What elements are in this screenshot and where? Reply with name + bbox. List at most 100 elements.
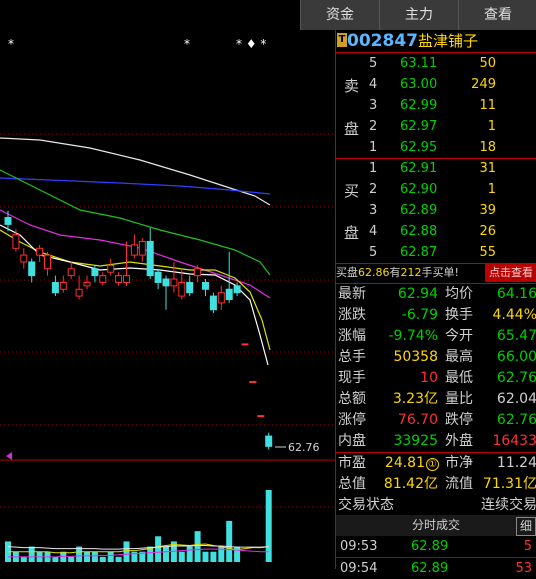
candle: [178, 281, 186, 297]
tab-main-force[interactable]: 主力: [379, 0, 458, 30]
candle: [233, 285, 241, 294]
sell-row[interactable]: 4 63.00 249: [336, 74, 536, 95]
level: 3: [369, 98, 378, 113]
label: 总值: [338, 476, 366, 492]
candle: [202, 281, 209, 290]
ma-line-blue: [0, 177, 271, 195]
price: 63.00: [400, 77, 438, 92]
candle: [162, 278, 170, 287]
quote-panel: T 002847 盐津铺子 卖 盘 5 63.11 50 4 63.00 249 3 62…: [335, 30, 536, 576]
value: 66.00: [496, 349, 536, 365]
value: 3.23亿: [392, 391, 438, 407]
volume: 31: [479, 161, 496, 176]
volume-bar: [52, 556, 59, 562]
value: 64.16: [496, 286, 536, 302]
buy-row[interactable]: 3 62.89 39: [336, 200, 536, 221]
price: 63.11: [400, 56, 438, 71]
level: 3: [369, 203, 378, 218]
volume-bar: [115, 556, 122, 562]
value: 50358: [393, 349, 438, 365]
candle: [170, 278, 178, 287]
label: 换手: [445, 307, 473, 323]
label: 今开: [445, 328, 473, 344]
trade-ticker-header: 分时成交 细: [336, 515, 536, 536]
volume-bar: [163, 546, 169, 562]
trade-volume: 5: [523, 539, 532, 554]
volume-bars-group: [5, 490, 272, 562]
candle: [51, 281, 59, 294]
volume-bar: [155, 536, 162, 562]
quote-row: 现手 10 最低 62.76: [336, 368, 536, 389]
notice-qty: 212: [400, 266, 422, 279]
value: 62.94: [397, 286, 438, 302]
value: 11.24: [496, 455, 536, 471]
quote-row: 涨停 76.70 跌停 62.76: [336, 410, 536, 431]
label: 最新: [338, 286, 366, 302]
level: 1: [369, 161, 378, 176]
valuation-row: 市盈 24.81 ① 市净 11.24: [336, 453, 536, 474]
stock-name: 盐津铺子: [418, 32, 479, 50]
label: 现手: [338, 370, 366, 386]
stock-title: T 002847 盐津铺子: [336, 30, 536, 52]
level: 2: [369, 119, 378, 134]
sell-row[interactable]: 2 62.97 1: [336, 116, 536, 137]
price: 62.87: [400, 245, 438, 260]
value: -9.74%: [388, 328, 438, 344]
tradable-flag-icon: T: [337, 33, 347, 47]
pe-value: 24.81: [384, 455, 425, 471]
valuation-row: 交易状态 连续交易: [336, 495, 536, 516]
price: 62.99: [400, 98, 438, 113]
notice-suffix: 手买单!: [421, 266, 459, 279]
quote-row: 总手 50358 最高 66.00: [336, 347, 536, 368]
tab-view[interactable]: 查看: [458, 0, 536, 30]
candle: [154, 271, 162, 283]
volume-bar: [178, 551, 185, 562]
sell-row[interactable]: 5 63.11 50: [336, 53, 536, 74]
volume: 39: [479, 203, 496, 218]
price: 62.91: [400, 161, 438, 176]
candle: [4, 217, 12, 225]
label: 最高: [445, 349, 473, 365]
tab-funds[interactable]: 资金: [300, 0, 379, 30]
value: 33925: [393, 433, 438, 449]
level: 1: [369, 140, 378, 155]
detail-button[interactable]: 细: [516, 517, 536, 536]
label: 总额: [338, 391, 366, 407]
value: 65.47: [496, 328, 536, 344]
candle: [99, 275, 107, 283]
buy-row[interactable]: 5 62.87 55: [336, 242, 536, 263]
sell-row[interactable]: 1 62.95 18: [336, 137, 536, 158]
trade-time: 09:53: [340, 539, 378, 554]
price: 62.95: [400, 140, 438, 155]
label: 跌停: [445, 412, 473, 428]
label: 涨停: [338, 412, 366, 428]
view-notice-button[interactable]: 点击查看: [485, 264, 536, 282]
candles-group: [4, 210, 273, 450]
info-badge-icon[interactable]: ①: [426, 458, 439, 471]
candle: [107, 264, 115, 273]
candle: [115, 275, 123, 283]
notice-mid: 有: [389, 266, 401, 279]
sell-row[interactable]: 3 62.99 11: [336, 95, 536, 116]
buy-row[interactable]: 4 62.88 26: [336, 221, 536, 242]
price-pointer-icon: [6, 452, 12, 460]
candle: [59, 281, 67, 290]
volume-bar: [99, 556, 106, 562]
value: 连续交易: [481, 497, 536, 513]
volume: 26: [479, 224, 496, 239]
candle: [83, 281, 91, 287]
kline-chart-area[interactable]: * * * ♦ * 62.76: [0, 30, 335, 569]
level: 5: [369, 56, 378, 71]
candle: [20, 254, 28, 263]
buy-row[interactable]: 1 62.91 31: [336, 158, 536, 179]
large-order-notice: 买盘62.86有212手买单! 点击查看: [336, 264, 536, 282]
buy-row[interactable]: 2 62.90 1: [336, 179, 536, 200]
volume-bar: [20, 556, 27, 562]
trade-ticker-title[interactable]: 分时成交: [412, 515, 460, 536]
volume-bar: [84, 551, 90, 562]
marker-star-mid: *: [184, 37, 190, 51]
volume: 249: [471, 77, 496, 92]
label: 涨幅: [338, 328, 366, 344]
trade-price: 62.89: [411, 539, 449, 554]
quote-row: 内盘 33925 外盘 16433: [336, 431, 536, 452]
